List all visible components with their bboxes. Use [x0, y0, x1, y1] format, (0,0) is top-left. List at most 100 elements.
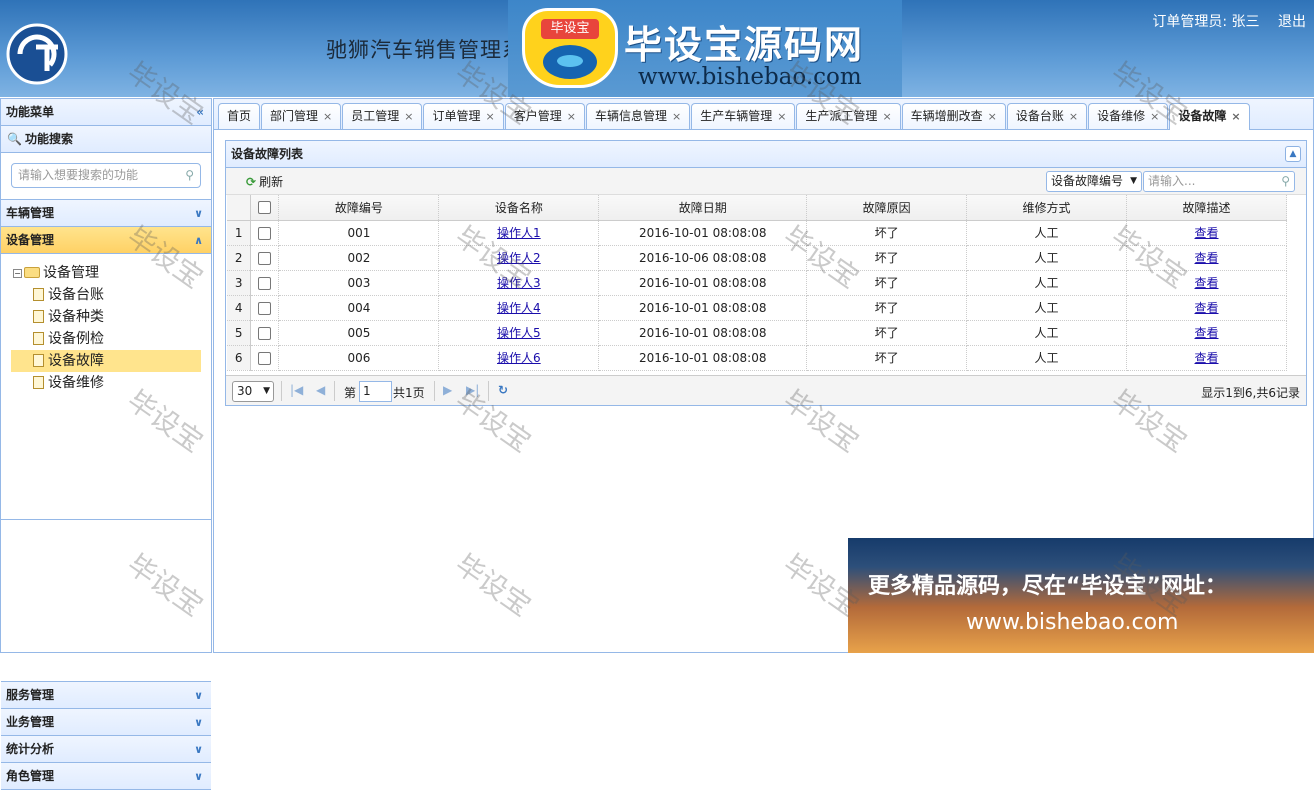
folder-icon [24, 267, 40, 278]
cell-view-link[interactable]: 查看 [1195, 301, 1219, 315]
cell-view-link[interactable]: 查看 [1195, 276, 1219, 290]
accordion-statistics[interactable]: 统计分析 ∨ [1, 736, 211, 763]
prev-page-icon[interactable]: ◀ [316, 383, 325, 397]
row-checkbox[interactable] [250, 320, 280, 346]
search-icon[interactable]: ⚲ [1281, 172, 1290, 191]
collapse-up-icon[interactable]: ▲ [1285, 146, 1301, 162]
col-fault-reason[interactable]: 故障原因 [806, 195, 968, 221]
accordion-vehicle-management[interactable]: 车辆管理 ∨ [1, 200, 211, 227]
tab-equipment-repair[interactable]: 设备维修 × [1088, 103, 1169, 129]
table-row[interactable]: 2 002 操作人2 2016-10-06 08:08:08 坏了 人工 查看 [227, 245, 1287, 271]
file-icon [33, 332, 44, 345]
cell-repair-method: 人工 [966, 245, 1128, 271]
collapse-left-icon[interactable]: « [196, 99, 204, 126]
tree-node-root[interactable]: − 设备管理 [11, 262, 211, 284]
close-icon[interactable]: × [567, 110, 576, 123]
row-checkbox[interactable] [250, 220, 280, 246]
table-row[interactable]: 3 003 操作人3 2016-10-01 08:08:08 坏了 人工 查看 [227, 270, 1287, 296]
tab-order[interactable]: 订单管理 × [423, 103, 504, 129]
col-fault-date[interactable]: 故障日期 [598, 195, 808, 221]
first-page-icon[interactable]: |◀ [290, 383, 303, 397]
table-row[interactable]: 4 004 操作人4 2016-10-01 08:08:08 坏了 人工 查看 [227, 295, 1287, 321]
cell-repair-method: 人工 [966, 295, 1128, 321]
tree-node-equipment-fault[interactable]: 设备故障 [11, 350, 201, 372]
tab-customer[interactable]: 客户管理 × [504, 103, 585, 129]
promo-line1: 更多精品源码，尽在“毕设宝”网址： [868, 574, 1227, 599]
select-all-checkbox[interactable] [250, 195, 280, 221]
close-icon[interactable]: × [486, 110, 495, 123]
col-fault-desc[interactable]: 故障描述 [1126, 195, 1287, 221]
cell-view-link[interactable]: 查看 [1195, 351, 1219, 365]
row-number: 6 [227, 345, 252, 371]
close-icon[interactable]: × [672, 110, 681, 123]
collapse-icon[interactable]: − [13, 269, 22, 278]
table-row[interactable]: 5 005 操作人5 2016-10-01 08:08:08 坏了 人工 查看 [227, 320, 1287, 346]
banner-title: 毕设宝源码网 [624, 23, 865, 67]
tab-vehicle-info[interactable]: 车辆信息管理 × [585, 103, 691, 129]
tab-production-dispatch[interactable]: 生产派工管理 × [796, 103, 901, 129]
close-icon[interactable]: × [1069, 110, 1078, 123]
row-checkbox[interactable] [250, 345, 280, 371]
cell-device-name[interactable]: 操作人2 [497, 251, 541, 265]
tree-node-equipment-repair[interactable]: 设备维修 [11, 372, 201, 394]
reload-icon[interactable]: ↻ [498, 383, 508, 397]
tab-equipment-fault[interactable]: 设备故障 × [1169, 103, 1250, 130]
tab-department[interactable]: 部门管理 × [261, 103, 342, 129]
accordion-business-management[interactable]: 业务管理 ∨ [1, 709, 211, 736]
file-icon [33, 354, 44, 367]
close-icon[interactable]: × [988, 110, 997, 123]
close-icon[interactable]: × [323, 110, 332, 123]
next-page-icon[interactable]: ▶ [443, 383, 452, 397]
last-page-icon[interactable]: ▶| [466, 383, 479, 397]
cell-device-name[interactable]: 操作人3 [497, 276, 541, 290]
tab-vehicle-crud[interactable]: 车辆增删改查 × [901, 103, 1006, 129]
cell-view-link[interactable]: 查看 [1195, 326, 1219, 340]
banner-badge-text: 毕设宝 [541, 19, 599, 39]
file-icon [33, 288, 44, 301]
logout-link[interactable]: 退出 [1278, 14, 1306, 30]
menu-title: 功能菜单 [6, 105, 55, 119]
cell-view-link[interactable]: 查看 [1195, 251, 1219, 265]
cell-device-name[interactable]: 操作人4 [497, 301, 541, 315]
tab-production-vehicle[interactable]: 生产车辆管理 × [691, 103, 796, 129]
tab-employee[interactable]: 员工管理 × [342, 103, 423, 129]
cell-device-name[interactable]: 操作人6 [497, 351, 541, 365]
accordion-service-management[interactable]: 服务管理 ∨ [1, 682, 211, 709]
table-row[interactable]: 1 001 操作人1 2016-10-01 08:08:08 坏了 人工 查看 [227, 220, 1287, 246]
accordion-equipment-management[interactable]: 设备管理 ∧ [1, 227, 211, 254]
row-checkbox[interactable] [250, 245, 280, 271]
table-row[interactable]: 6 006 操作人6 2016-10-01 08:08:08 坏了 人工 查看 [227, 345, 1287, 371]
close-icon[interactable]: × [882, 110, 891, 123]
page-size-select[interactable]: 30 ▼ [232, 381, 274, 402]
row-checkbox[interactable] [250, 270, 280, 296]
close-icon[interactable]: × [404, 110, 413, 123]
table-header-row: 故障编号 设备名称 故障日期 故障原因 维修方式 故障描述 [227, 195, 1287, 221]
page-number-input[interactable]: 1 [359, 381, 392, 402]
tree-node-equipment-inspection[interactable]: 设备例检 [11, 328, 201, 350]
function-search-input[interactable]: 请输入想要搜索的功能 ⚲ [11, 163, 201, 188]
tree-node-equipment-type[interactable]: 设备种类 [11, 306, 201, 328]
row-checkbox[interactable] [250, 295, 280, 321]
search-icon[interactable]: ⚲ [185, 164, 194, 187]
tree-node-equipment-ledger[interactable]: 设备台账 [11, 284, 201, 306]
col-fault-id[interactable]: 故障编号 [278, 195, 440, 221]
equipment-tree: − 设备管理 设备台账 设备种类 设备例检 设备故障 设备维修 [1, 254, 211, 520]
tab-equipment-ledger[interactable]: 设备台账 × [1006, 103, 1088, 129]
close-icon[interactable]: × [1231, 110, 1240, 123]
close-icon[interactable]: × [777, 110, 786, 123]
accordion-label: 车辆管理 [6, 206, 55, 220]
tab-home[interactable]: 首页 [218, 103, 261, 129]
search-field-select[interactable]: 设备故障编号 ▼ [1046, 171, 1142, 192]
close-icon[interactable]: × [1150, 110, 1159, 123]
cell-view-link[interactable]: 查看 [1195, 226, 1219, 240]
tree-root-label: 设备管理 [43, 265, 99, 281]
grid-search-input[interactable]: 请输入... ⚲ [1143, 171, 1295, 192]
col-device-name[interactable]: 设备名称 [438, 195, 600, 221]
cell-device-name[interactable]: 操作人5 [497, 326, 541, 340]
cell-device-name[interactable]: 操作人1 [497, 226, 541, 240]
refresh-label: 刷新 [259, 175, 284, 189]
refresh-button[interactable]: ⟳ 刷新 [246, 173, 283, 190]
col-repair-method[interactable]: 维修方式 [966, 195, 1128, 221]
accordion-role-management[interactable]: 角色管理 ∨ [1, 763, 211, 790]
refresh-icon: ⟳ [246, 175, 257, 189]
